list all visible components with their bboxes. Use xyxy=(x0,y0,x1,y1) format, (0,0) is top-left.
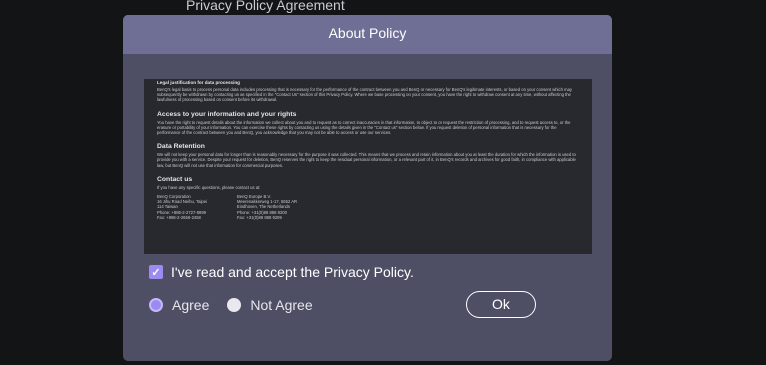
legal-text: BenQ's legal basis to process personal d… xyxy=(157,87,572,103)
contact-intro: If you have any specific questions, plea… xyxy=(157,184,261,190)
dialog-title: About Policy xyxy=(328,25,407,41)
contact-line: Fax: +886-2-2656-2458 xyxy=(157,214,201,220)
contact-address-taiwan: BenQ Corporation 16 Jihu Road Neihu, Tai… xyxy=(157,194,207,220)
checkmark-icon: ✓ xyxy=(151,266,161,279)
policy-document-content: Legal justification for data processing … xyxy=(157,80,577,220)
rights-text: You have the right to request details ab… xyxy=(157,119,571,136)
policy-document[interactable]: Legal justification for data processing … xyxy=(144,79,592,254)
contact-addresses: BenQ Corporation 16 Jihu Road Neihu, Tai… xyxy=(157,194,577,220)
contact-address-europe: BenQ Europe B.V. Meerenakkerweg 1-17, 56… xyxy=(237,194,297,220)
not-agree-radio[interactable] xyxy=(227,298,242,312)
retention-text: We will not keep your personal data for … xyxy=(157,152,576,168)
not-agree-label[interactable]: Not Agree xyxy=(250,297,312,313)
dialog-header: About Policy xyxy=(123,15,612,54)
accept-policy-row[interactable]: ✓ I've read and accept the Privacy Polic… xyxy=(149,264,414,280)
about-policy-dialog: About Policy Legal justification for dat… xyxy=(123,15,612,361)
legal-heading: Legal justification for data processing xyxy=(157,80,240,85)
contact-heading: Contact us xyxy=(157,175,193,183)
background-caption: Privacy Policy Agreement xyxy=(186,0,345,13)
accept-policy-label[interactable]: I've read and accept the Privacy Policy. xyxy=(171,264,414,280)
ok-button[interactable]: Ok xyxy=(466,291,536,318)
agree-label[interactable]: Agree xyxy=(172,297,209,313)
contact-line: Fax: +31(0)88 888 9299 xyxy=(236,214,282,220)
agreement-options: Agree Not Agree xyxy=(149,297,313,313)
agree-radio[interactable] xyxy=(149,298,163,312)
retention-heading: Data Retention xyxy=(157,143,205,151)
contact-line: Eindhoven, The Netherlands xyxy=(236,204,290,210)
rights-heading: Access to your information and your righ… xyxy=(157,110,297,118)
accept-policy-checkbox[interactable]: ✓ xyxy=(149,265,163,279)
